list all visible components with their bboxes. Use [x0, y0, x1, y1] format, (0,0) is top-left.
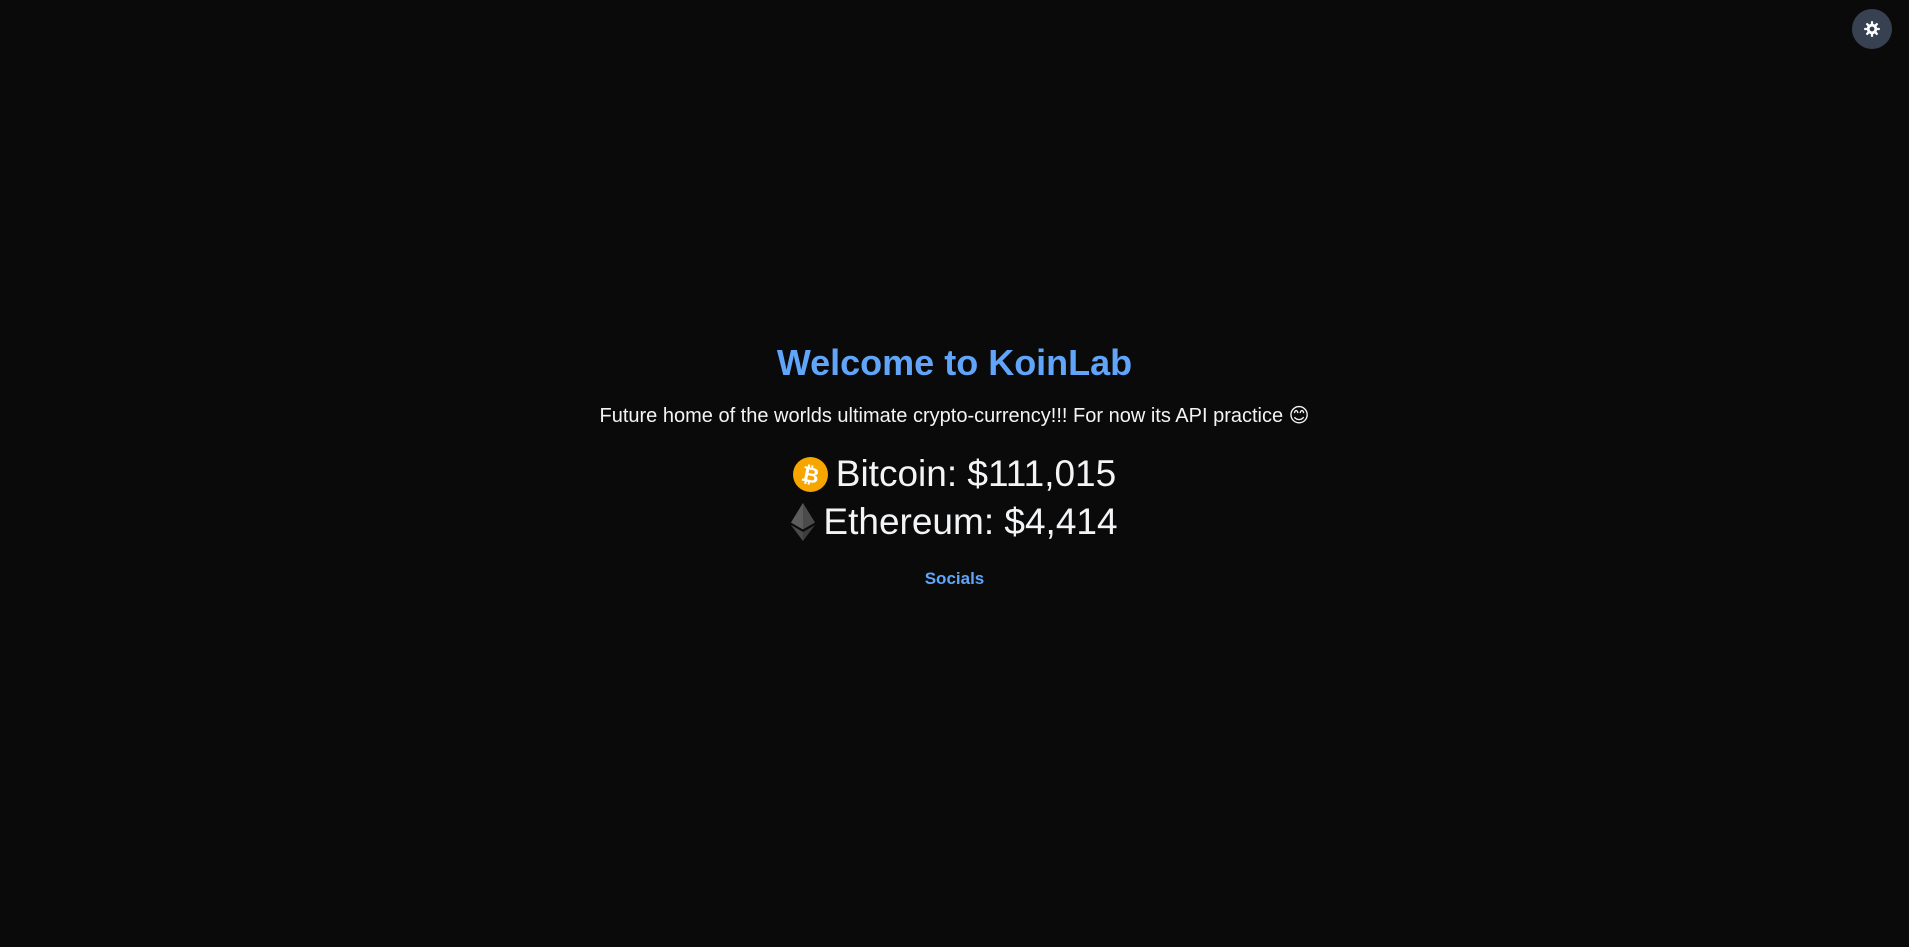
theme-toggle-button[interactable]	[1852, 9, 1892, 49]
bitcoin-icon: ₿	[792, 456, 836, 492]
bitcoin-price: Bitcoin: $111,015	[835, 453, 1117, 494]
price-list: ₿ Bitcoin: $111,015 Ethereum: $4,414	[0, 450, 1909, 546]
price-row-bitcoin: ₿ Bitcoin: $111,015	[0, 450, 1909, 498]
price-row-ethereum: Ethereum: $4,414	[0, 498, 1909, 546]
ethereum-icon	[791, 503, 823, 541]
gear-icon	[1863, 20, 1881, 38]
ethereum-price: Ethereum: $4,414	[823, 501, 1118, 542]
main-content: Welcome to KoinLab Future home of the wo…	[0, 338, 1909, 589]
page-subtitle: Future home of the worlds ultimate crypt…	[599, 405, 1310, 427]
page: Welcome to KoinLab Future home of the wo…	[0, 0, 1909, 947]
page-title: Welcome to KoinLab	[776, 342, 1133, 383]
socials-link[interactable]: Socials	[925, 569, 985, 589]
